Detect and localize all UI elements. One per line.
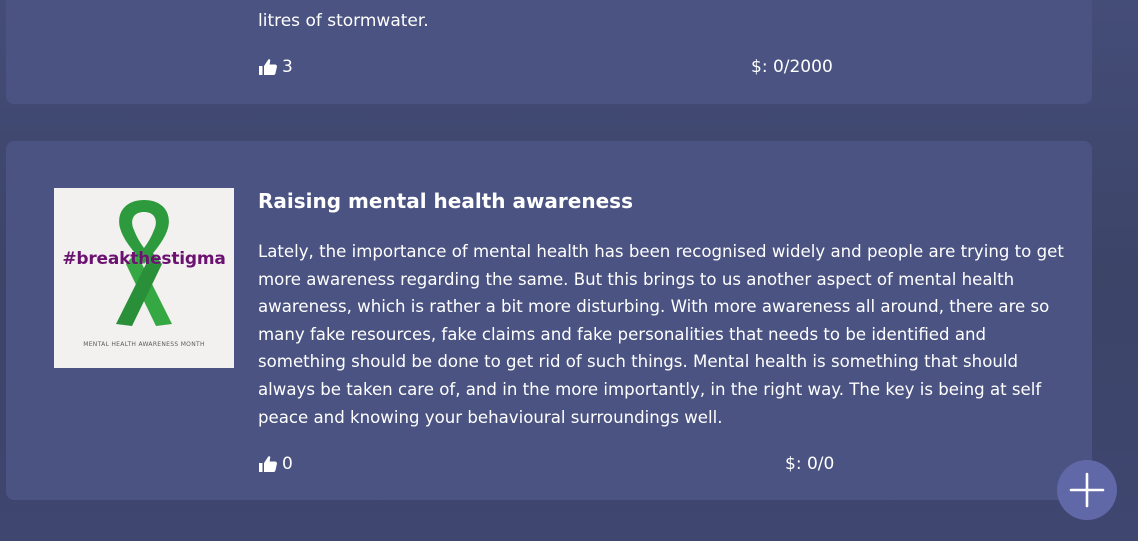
post-meta: 3 [258, 57, 293, 77]
funding-status: $: 0/0 [785, 454, 835, 474]
thumbs-up-icon [259, 456, 277, 472]
like-count: 0 [282, 454, 293, 474]
post-body: Lately, the importance of mental health … [258, 242, 1064, 427]
like-button[interactable]: 0 [258, 454, 293, 474]
funding-status: $: 0/2000 [751, 57, 833, 77]
post-body-tail: litres of stormwater. [258, 11, 429, 31]
post-title[interactable]: Raising mental health awareness [258, 189, 633, 213]
thumbs-up-icon [259, 59, 277, 75]
plus-icon [1069, 472, 1105, 508]
post-card-previous: litres of stormwater. 3 $: 0/2000 [6, 0, 1092, 104]
page: litres of stormwater. 3 $: 0/2000 #break… [0, 0, 1138, 541]
image-month-label: MENTAL HEALTH AWARENESS MONTH [83, 341, 205, 348]
post-card: #breakthestigma MENTAL HEALTH AWARENESS … [6, 141, 1092, 500]
image-hashtag: #breakthestigma [62, 249, 226, 269]
like-count: 3 [282, 57, 293, 77]
like-button[interactable]: 3 [258, 57, 293, 77]
post-meta: 0 [258, 454, 293, 474]
add-post-button[interactable] [1057, 460, 1117, 520]
post-thumbnail[interactable]: #breakthestigma MENTAL HEALTH AWARENESS … [54, 188, 234, 368]
